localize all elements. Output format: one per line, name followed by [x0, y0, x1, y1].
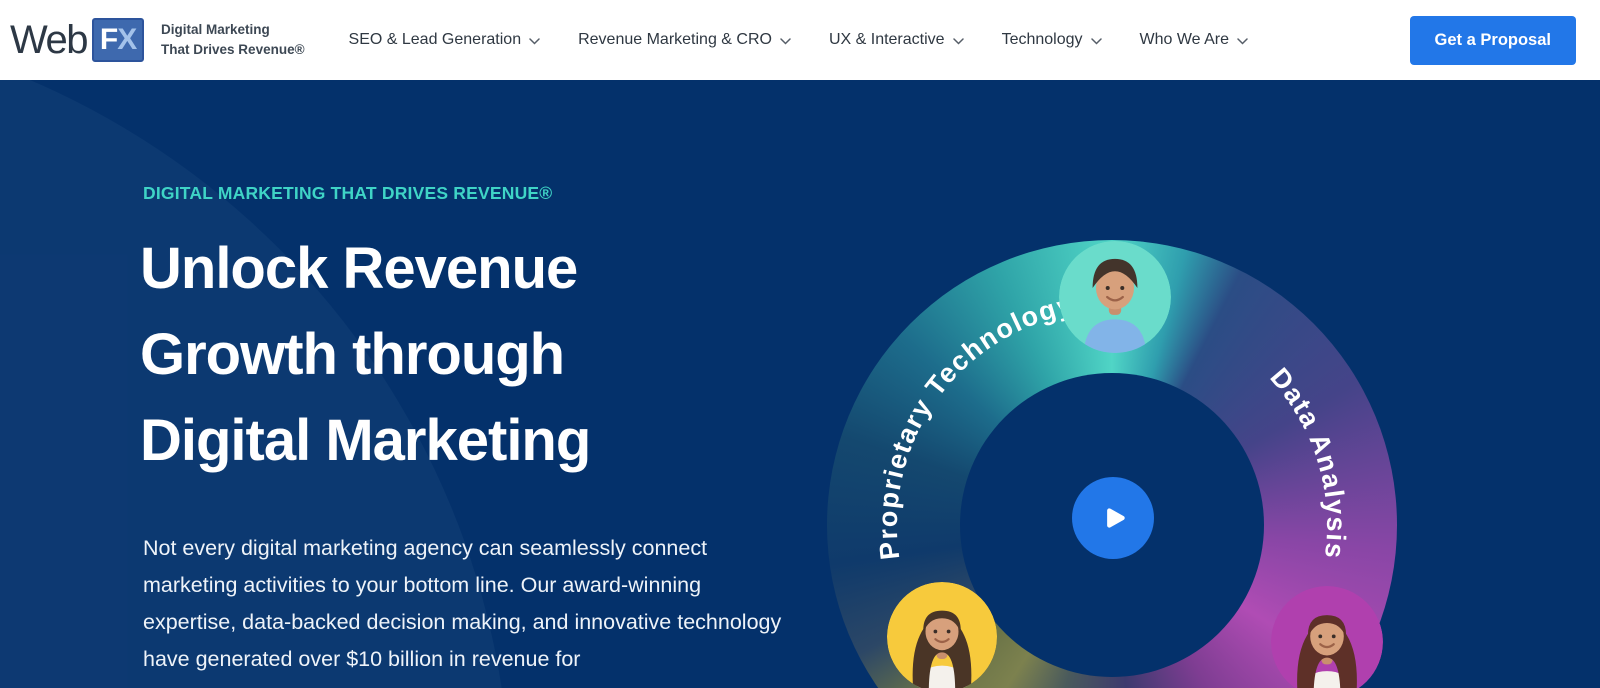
nav-item-revenue-marketing-cro[interactable]: Revenue Marketing & CRO — [578, 31, 791, 49]
team-member-photo — [1059, 241, 1171, 353]
get-a-proposal-button[interactable]: Get a Proposal — [1409, 15, 1576, 65]
webfx-homepage: Web FX Digital Marketing That Drives Rev… — [0, 0, 1600, 688]
headline-line-2: Growth through — [140, 322, 565, 387]
main-nav: SEO & Lead Generation Revenue Marketing … — [349, 31, 1249, 49]
team-member-photo — [1271, 586, 1383, 688]
nav-item-label: Who We Are — [1139, 31, 1230, 48]
logo-tagline: Digital Marketing That Drives Revenue® — [161, 20, 305, 59]
hero-eyebrow: DIGITAL MARKETING THAT DRIVES REVENUE® — [143, 183, 553, 203]
logo-word: Web — [10, 18, 89, 62]
avatar-team-member-top — [1059, 241, 1171, 353]
webfx-logo[interactable]: Web FX Digital Marketing That Drives Rev… — [10, 18, 305, 62]
nav-item-label: SEO & Lead Generation — [348, 31, 522, 48]
ring-label-data-analysis: Data Analysis — [1264, 362, 1351, 561]
tagline-line-2: That Drives Revenue® — [161, 42, 305, 57]
chevron-down-icon — [1090, 37, 1102, 45]
chevron-down-icon — [1237, 37, 1248, 45]
nav-item-label: Technology — [1001, 31, 1083, 48]
nav-item-ux-interactive[interactable]: UX & Interactive — [829, 31, 964, 49]
chevron-down-icon — [529, 37, 540, 45]
chevron-down-icon — [780, 37, 791, 45]
logo-badge-f: F — [99, 23, 118, 56]
nav-item-seo-lead-generation[interactable]: SEO & Lead Generation — [349, 31, 541, 49]
avatar-team-member-bottom-left — [887, 582, 997, 688]
headline-line-3: Digital Marketing — [140, 408, 591, 473]
logo-badge-x: X — [117, 23, 137, 56]
site-header: Web FX Digital Marketing That Drives Rev… — [0, 0, 1600, 80]
play-icon — [1107, 508, 1125, 528]
play-video-button[interactable] — [1072, 477, 1154, 559]
tagline-line-1: Digital Marketing — [161, 22, 270, 38]
logo-fx-badge: FX — [92, 18, 145, 62]
hero-headline: Unlock Revenue Growth through Digital Ma… — [140, 226, 591, 484]
team-member-photo — [887, 582, 997, 688]
nav-item-who-we-are[interactable]: Who We Are — [1140, 31, 1249, 49]
nav-item-label: UX & Interactive — [828, 31, 945, 48]
hero-section: DIGITAL MARKETING THAT DRIVES REVENUE® U… — [0, 80, 1600, 688]
nav-item-label: Revenue Marketing & CRO — [578, 31, 772, 48]
nav-item-technology[interactable]: Technology — [1002, 31, 1102, 49]
headline-line-1: Unlock Revenue — [140, 236, 578, 301]
avatar-team-member-bottom-right — [1271, 586, 1383, 688]
chevron-down-icon — [952, 37, 964, 45]
hero-paragraph: Not every digital marketing agency can s… — [143, 536, 782, 671]
ring-label-proprietary-technology: Proprietary Technology — [873, 290, 1077, 562]
